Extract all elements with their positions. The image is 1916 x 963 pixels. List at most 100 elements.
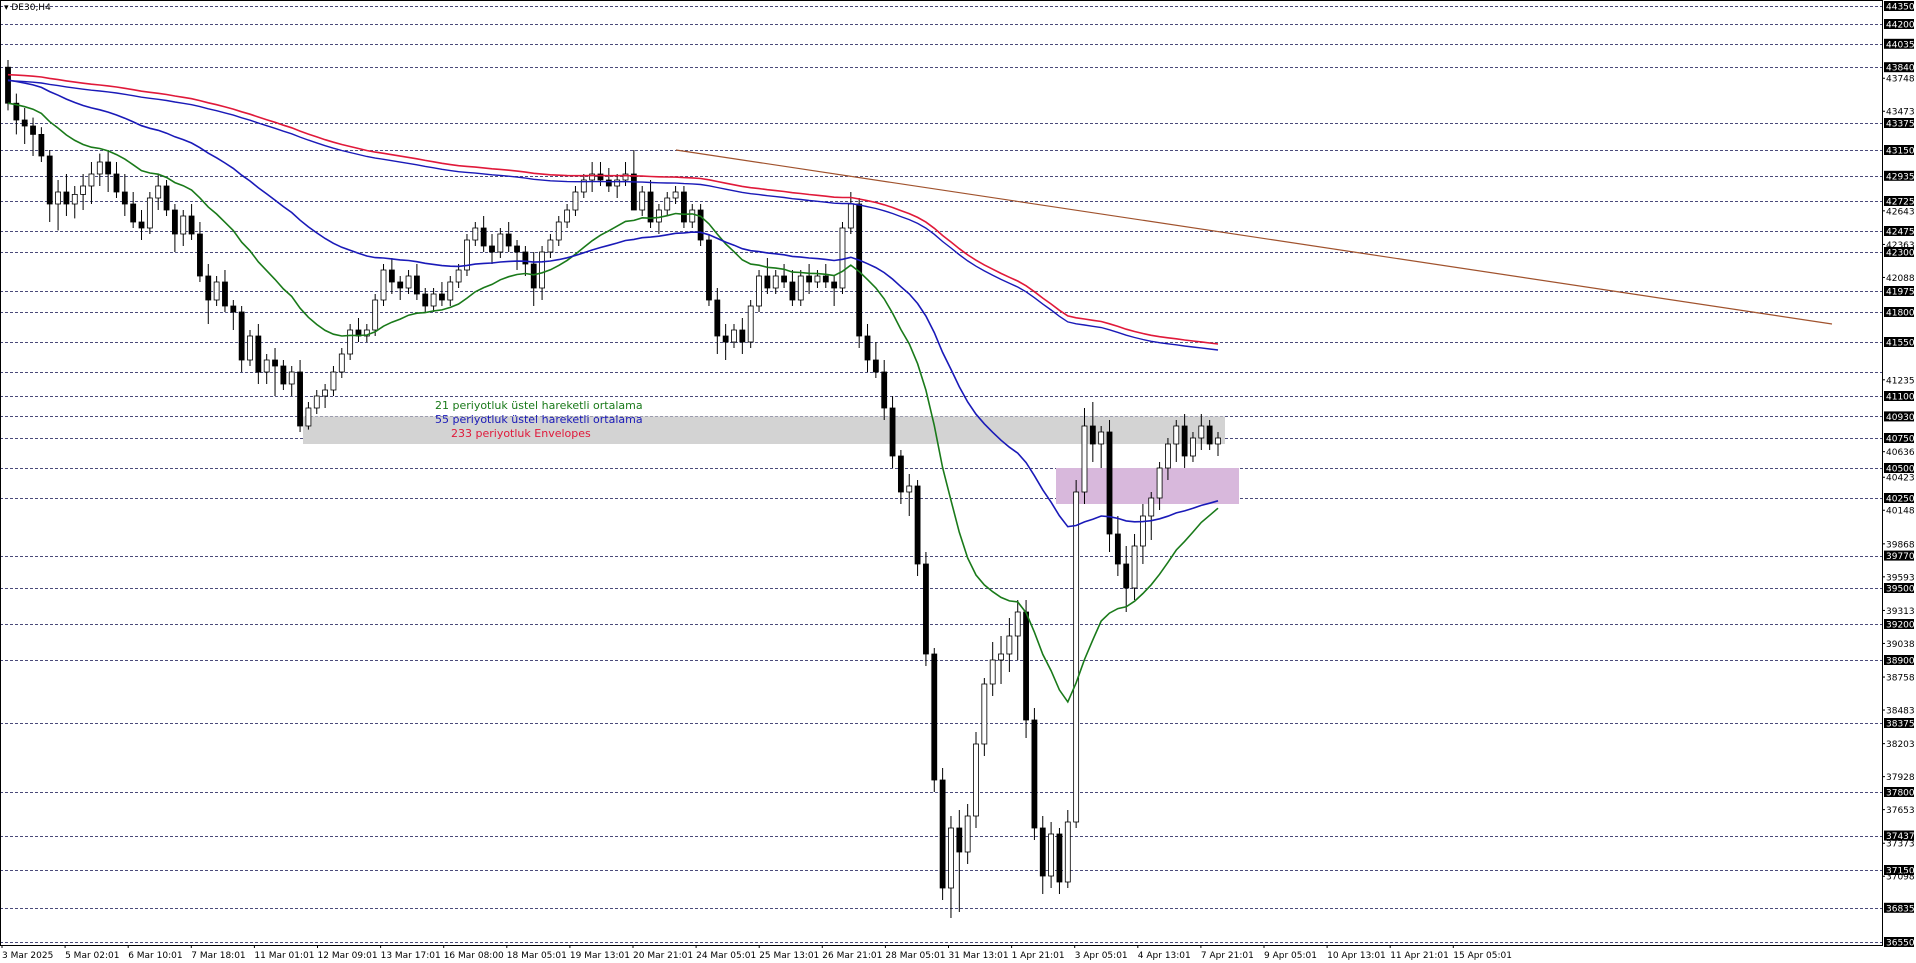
- candle-body: [822, 275, 829, 283]
- candle-body: [1206, 425, 1213, 445]
- candle-body: [46, 155, 53, 205]
- candle-body: [230, 305, 237, 313]
- candle-body: [255, 335, 262, 373]
- candle-body: [689, 209, 696, 223]
- candlestick-chart: 44350 44200 44035 4384043748 43473 43375 43150…: [0, 0, 1915, 961]
- y-tick-label: 43473: [1886, 108, 1915, 118]
- candle-body: [130, 203, 137, 223]
- candle-body: [789, 281, 796, 301]
- candle-body: [372, 299, 379, 331]
- candle-body: [138, 221, 145, 229]
- y-tick-label: 40636: [1886, 448, 1915, 458]
- candle-body: [655, 209, 662, 223]
- candle-body: [1148, 497, 1155, 517]
- candle-body: [681, 191, 687, 223]
- candle-body: [514, 245, 520, 253]
- candle-body: [71, 193, 78, 205]
- candle-body: [88, 173, 95, 187]
- candle-body: [113, 173, 120, 193]
- y-tick-label: 42088: [1886, 274, 1915, 284]
- y-tick-label: 40148: [1886, 507, 1915, 517]
- x-tick-label: 12 Mar 09:01: [318, 951, 378, 961]
- candle-body: [388, 269, 395, 283]
- x-tick-label: 10 Apr 13:01: [1327, 951, 1386, 961]
- candle-body: [539, 251, 545, 289]
- candle-body: [998, 653, 1004, 661]
- y-tick-label: 42643: [1886, 207, 1915, 217]
- candle-body: [288, 371, 295, 385]
- legend-entry: 55 periyotluk üstel hareketli ortalama: [435, 413, 643, 426]
- x-tick-label: 11 Mar 01:01: [254, 951, 314, 961]
- y-tick-label: 40750: [1886, 435, 1915, 445]
- candle-body: [731, 329, 737, 343]
- y-tick-label: 42475: [1886, 228, 1915, 238]
- candle-body: [263, 359, 270, 373]
- candle-body: [555, 221, 562, 241]
- y-tick-label: 38483: [1886, 707, 1915, 717]
- candle-body: [497, 233, 504, 253]
- y-tick-label: 39200: [1886, 621, 1915, 631]
- candle-body: [1023, 611, 1029, 721]
- candle-body: [605, 179, 612, 187]
- x-tick-label: 26 Mar 21:01: [822, 951, 882, 961]
- candle-body: [439, 293, 445, 301]
- candle-body: [973, 743, 979, 817]
- candle-body: [5, 66, 11, 104]
- ema55-line: [7, 79, 1219, 528]
- candle-body: [197, 233, 203, 277]
- candle-body: [1073, 491, 1080, 823]
- candle-body: [313, 395, 320, 409]
- candle-body: [797, 275, 804, 301]
- y-tick-label: 38203: [1886, 740, 1915, 750]
- y-tick-label: 39593: [1886, 573, 1915, 583]
- candle-body: [1031, 719, 1038, 829]
- candle-body: [272, 359, 278, 367]
- candle-body: [413, 275, 420, 295]
- candle-body: [222, 281, 228, 307]
- x-tick-label: 28 Mar 05:01: [885, 951, 945, 961]
- candle-body: [188, 215, 195, 235]
- candle-body: [1181, 425, 1188, 457]
- candle-body: [906, 485, 913, 493]
- candle-body: [547, 239, 554, 253]
- y-tick-label: 42935: [1886, 172, 1915, 182]
- candle-body: [330, 371, 337, 391]
- y-tick-label: 41235: [1886, 376, 1915, 386]
- x-tick-label: 3 Mar 2025: [2, 951, 53, 961]
- candle-body: [1006, 635, 1013, 655]
- candle-body: [948, 827, 954, 889]
- candle-body: [121, 191, 128, 205]
- candle-body: [923, 563, 929, 655]
- legend-entry: 233 periyotluk Envelopes: [451, 427, 591, 440]
- y-tick-label: 36550: [1886, 939, 1915, 949]
- candle-body: [447, 281, 454, 301]
- candle-body: [1039, 827, 1046, 877]
- y-tick-label: 43375: [1886, 120, 1915, 130]
- candle-body: [472, 227, 479, 241]
- candle-body: [522, 251, 529, 265]
- candle-body: [964, 815, 971, 853]
- candle-body: [839, 227, 846, 289]
- y-tick-label: 43748: [1886, 75, 1915, 85]
- candle-body: [664, 197, 671, 211]
- x-tick-label: 20 Mar 21:01: [633, 951, 693, 961]
- y-tick-label: 43840: [1886, 64, 1915, 74]
- candle-body: [1089, 425, 1096, 445]
- candle-body: [1014, 611, 1021, 637]
- y-tick-label: 39038: [1886, 640, 1915, 650]
- candle-body: [155, 185, 162, 199]
- x-tick-label: 6 Mar 10:01: [128, 951, 182, 961]
- candle-body: [1098, 431, 1105, 445]
- candle-body: [864, 335, 871, 361]
- candle-body: [781, 275, 787, 283]
- x-tick-label: 11 Apr 21:01: [1390, 951, 1449, 961]
- y-tick-label: 42300: [1886, 249, 1915, 259]
- x-tick-label: 7 Mar 18:01: [191, 951, 245, 961]
- candle-body: [956, 827, 963, 853]
- candle-body: [63, 191, 70, 205]
- candle-body: [831, 281, 838, 289]
- y-tick-label: 37098: [1886, 873, 1915, 883]
- zone-layer: [303, 416, 1239, 504]
- y-tick-label: 38758: [1886, 674, 1915, 684]
- y-tick-label: 44200: [1886, 21, 1915, 31]
